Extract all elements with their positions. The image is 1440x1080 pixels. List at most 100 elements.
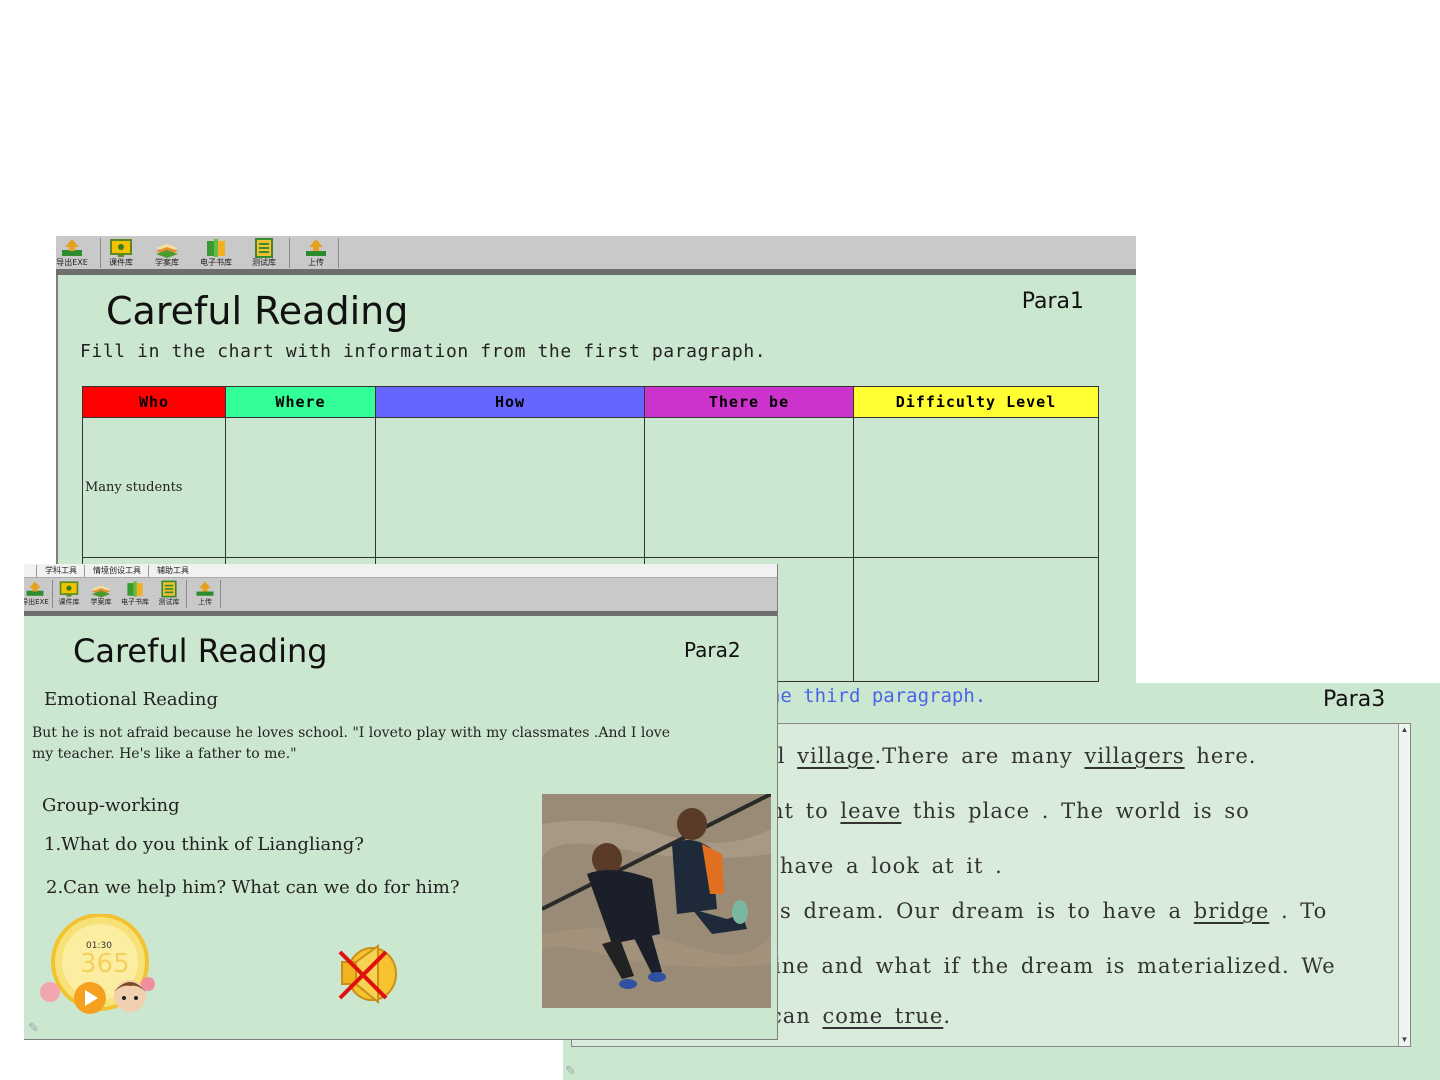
courseware-library-label: 课件库 xyxy=(109,258,133,267)
table-row: Many students xyxy=(82,417,1099,558)
test-library-label: 测试库 xyxy=(252,258,276,267)
tool-tab-bar: 学科工具 情境创设工具 辅助工具 xyxy=(24,564,777,578)
header-how: How xyxy=(375,386,645,418)
upload-icon xyxy=(306,239,326,256)
instruction-text: Fill in the chart with information from … xyxy=(80,341,767,362)
text-segment: . To xyxy=(1269,899,1328,923)
export-exe-label: 导出EXE xyxy=(56,258,88,267)
text-segment: .There are many xyxy=(874,744,1085,768)
text-segment: . xyxy=(943,1004,952,1028)
text-segment: here. xyxy=(1184,744,1257,768)
paragraph-label: Para3 xyxy=(1323,687,1386,712)
ebook-library-button[interactable]: 电子书库 xyxy=(118,578,152,611)
test-library-icon xyxy=(161,580,177,598)
timer-time-display: 01:30 xyxy=(86,941,112,951)
pen-tool-icon[interactable]: ✎ xyxy=(28,1020,39,1036)
header-who: Who xyxy=(82,386,226,418)
table-cell[interactable] xyxy=(853,557,1099,682)
study-plan-library-label: 学案库 xyxy=(155,258,179,267)
slide-title: Careful Reading xyxy=(73,632,328,670)
header-difficulty-level: Difficulty Level xyxy=(853,386,1099,418)
emotional-reading-heading: Emotional Reading xyxy=(44,689,219,710)
text-segment: have a look at it . xyxy=(780,854,1003,878)
text-segment: ine and what if the dream is materialize… xyxy=(774,954,1336,978)
passage-line: s dream. Our dream is to have a bridge .… xyxy=(780,899,1327,923)
courseware-library-label: 课件库 xyxy=(58,598,80,606)
study-plan-library-icon xyxy=(156,244,178,258)
answer-blank[interactable]: leave xyxy=(840,799,901,823)
study-plan-library-label: 学案库 xyxy=(90,598,112,606)
ebook-library-icon xyxy=(207,239,225,257)
scroll-up-arrow-icon[interactable]: ▲ xyxy=(1399,724,1410,736)
table-cell[interactable] xyxy=(225,417,376,558)
upload-icon xyxy=(196,581,214,596)
export-exe-icon xyxy=(62,239,82,256)
ebook-library-label: 电子书库 xyxy=(121,598,149,606)
test-library-icon xyxy=(255,238,273,258)
paragraph-label: Para2 xyxy=(684,638,741,662)
pen-tool-icon[interactable]: ✎ xyxy=(565,1063,576,1079)
group-working-heading: Group-working xyxy=(42,795,180,816)
toolbar-separator xyxy=(220,580,221,608)
countdown-timer-widget[interactable]: 365 01:30 xyxy=(38,914,158,1026)
text-segment: s dream. Our dream is to have a xyxy=(780,899,1194,923)
toolbar: 导出EXE 课件库 学案库 电子书库 测试库 上传 xyxy=(24,578,777,611)
export-exe-label: 导出EXE xyxy=(24,598,49,606)
table-cell[interactable] xyxy=(375,417,645,558)
speaker-muted-icon[interactable] xyxy=(334,936,402,1008)
toolbar-separator xyxy=(289,238,290,268)
study-plan-library-button[interactable]: 学案库 xyxy=(148,236,186,270)
answer-blank[interactable]: villagers xyxy=(1084,744,1184,768)
ebook-library-button[interactable]: 电子书库 xyxy=(194,236,238,270)
table-cell[interactable]: Many students xyxy=(82,417,226,558)
tab-subject-tools[interactable]: 学科工具 xyxy=(36,565,83,577)
scroll-down-arrow-icon[interactable]: ▼ xyxy=(1399,1034,1410,1046)
boy-on-zipline-photo xyxy=(542,794,771,1008)
ebook-library-icon xyxy=(127,581,143,597)
toolbar-separator xyxy=(52,580,53,608)
test-library-button[interactable]: 测试库 xyxy=(154,578,184,611)
upload-label: 上传 xyxy=(308,258,324,267)
passage-line: can come true. xyxy=(770,1004,951,1028)
question-1: 1.What do you think of Liangliang? xyxy=(44,834,364,855)
table-cell[interactable] xyxy=(853,417,1099,558)
tab-scenario-tools[interactable]: 情境创设工具 xyxy=(84,565,147,577)
ebook-library-label: 电子书库 xyxy=(200,258,232,267)
paragraph-label: Para1 xyxy=(1021,289,1084,314)
slide-body: Careful Reading Para2 Emotional Reading … xyxy=(24,616,777,1039)
para2-slide-window: 学科工具 情境创设工具 辅助工具 导出EXE 课件库 学案库 电子书库 测试库 … xyxy=(24,564,778,1040)
answer-blank[interactable]: village xyxy=(797,744,874,768)
courseware-library-button[interactable]: 课件库 xyxy=(54,578,84,611)
table-cell[interactable] xyxy=(644,417,854,558)
toolbar-separator xyxy=(100,238,101,268)
vertical-scrollbar[interactable]: ▲ ▼ xyxy=(1398,724,1410,1046)
toolbar: 导出EXE 课件库 学案库 电子书库 测试库 上传 xyxy=(56,236,1136,270)
study-plan-library-icon xyxy=(91,585,111,598)
upload-button[interactable]: 上传 xyxy=(296,236,336,270)
courseware-library-icon xyxy=(110,239,132,257)
header-where: Where xyxy=(225,386,376,418)
text-segment: this place . The world is so xyxy=(901,799,1250,823)
study-plan-library-button[interactable]: 学案库 xyxy=(86,578,116,611)
answer-blank[interactable]: come true xyxy=(822,1004,943,1028)
passage-line: have a look at it . xyxy=(780,854,1003,878)
text-segment: nt to xyxy=(770,799,841,823)
slide-title: Careful Reading xyxy=(106,289,409,333)
timer-background-digits: 365 xyxy=(80,949,130,979)
export-exe-button[interactable]: 导出EXE xyxy=(56,236,92,270)
courseware-library-button[interactable]: 课件库 xyxy=(102,236,140,270)
toolbar-separator xyxy=(338,238,339,268)
upload-label: 上传 xyxy=(198,598,212,606)
toolbar-separator xyxy=(186,580,187,608)
tab-auxiliary-tools[interactable]: 辅助工具 xyxy=(148,565,195,577)
quote-text: But he is not afraid because he loves sc… xyxy=(32,725,670,762)
passage-line: ll village.There are many villagers here… xyxy=(770,744,1256,768)
header-there-be: There be xyxy=(644,386,854,418)
upload-button[interactable]: 上传 xyxy=(190,578,220,611)
export-exe-icon xyxy=(26,581,44,596)
passage-line: nt to leave this place . The world is so xyxy=(770,799,1250,823)
question-2: 2.Can we help him? What can we do for hi… xyxy=(46,877,460,898)
answer-blank[interactable]: bridge xyxy=(1194,899,1270,923)
export-exe-button[interactable]: 导出EXE xyxy=(24,578,50,611)
test-library-button[interactable]: 测试库 xyxy=(244,236,284,270)
